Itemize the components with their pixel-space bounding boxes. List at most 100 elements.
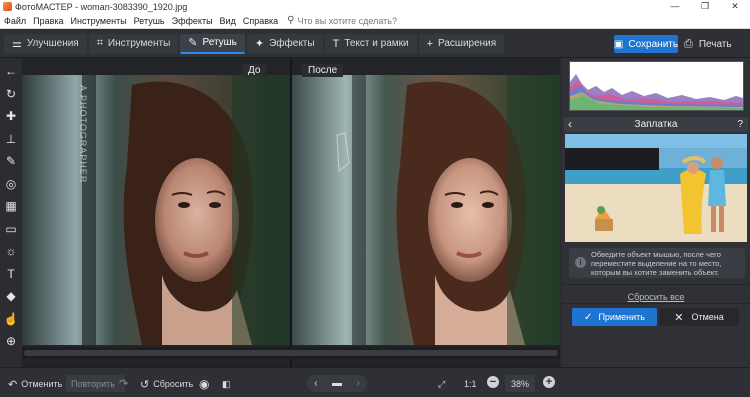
menu-edit[interactable]: Правка bbox=[33, 16, 63, 26]
liquify-icon[interactable]: ☝ bbox=[2, 310, 20, 328]
apply-button[interactable]: ✓ Применить bbox=[572, 308, 657, 326]
menu-file[interactable]: Файл bbox=[4, 16, 26, 26]
actual-size-button[interactable]: 1:1 bbox=[464, 377, 477, 391]
menu-effects[interactable]: Эффекты bbox=[172, 16, 213, 26]
beach-illustration bbox=[565, 134, 747, 242]
rotate-icon[interactable]: ↻ bbox=[2, 85, 20, 103]
right-panel: ‹ Заплатка ? i Обведите объект мышью, по… bbox=[562, 58, 750, 367]
tab-label: Эффекты bbox=[269, 38, 315, 49]
tab-bar: ⚌ Улучшения ⌗ Инструменты ✎ Ретушь ✦ Эфф… bbox=[0, 30, 506, 58]
print-button[interactable]: ⎙ Печать bbox=[684, 35, 732, 53]
search-field[interactable]: ⚲ Что вы хотите сделать? bbox=[287, 15, 397, 26]
split-divider[interactable] bbox=[290, 58, 292, 367]
before-image[interactable]: A PHOTOGRAPHER bbox=[22, 75, 290, 345]
save-button[interactable]: ▣ Сохранить bbox=[614, 35, 678, 53]
image-navigation: ‹ ▬ › bbox=[307, 375, 367, 392]
left-tool-rail: ← ↻ ✚ ⊥ ✎ ◎ ▦ ▭ ☼ T ◆ ☝ ⊕ bbox=[0, 58, 22, 367]
text-icon: T bbox=[332, 37, 340, 50]
before-photo bbox=[22, 75, 290, 345]
vignette-icon[interactable]: ▭ bbox=[2, 220, 20, 238]
app-logo-icon bbox=[3, 2, 12, 11]
histogram-graph bbox=[570, 74, 743, 110]
before-label: До bbox=[242, 64, 267, 77]
undo-label: Отменить bbox=[21, 379, 63, 389]
folder-icon[interactable]: ▬ bbox=[332, 378, 342, 389]
back-chevron-icon[interactable]: ‹ bbox=[568, 117, 572, 132]
fill-icon[interactable]: ◆ bbox=[2, 287, 20, 305]
redo-icon: ↷ bbox=[118, 378, 129, 390]
floppy-disk-icon: ▣ bbox=[613, 38, 624, 50]
maximize-button[interactable]: ❐ bbox=[690, 0, 720, 13]
back-arrow-icon[interactable]: ← bbox=[2, 62, 20, 80]
title-bar: ФотоМАСТЕР - woman-3083390_1920.jpg — ❐ … bbox=[0, 0, 750, 13]
bottom-bar: ↶ Отменить Повторить ↷ ↺ Сбросить ◉ ◧ ‹ … bbox=[0, 367, 750, 397]
tab-label: Ретушь bbox=[202, 37, 237, 48]
tab-label: Инструменты bbox=[107, 38, 171, 49]
previous-image-icon[interactable]: ‹ bbox=[314, 378, 317, 389]
brush-icon: ✎ bbox=[188, 37, 198, 49]
watermark-text: A PHOTOGRAPHER bbox=[78, 85, 88, 184]
menu-view[interactable]: Вид bbox=[220, 16, 236, 26]
menu-bar: Файл Правка Инструменты Ретушь Эффекты В… bbox=[0, 13, 750, 29]
reset-icon: ↺ bbox=[140, 378, 150, 391]
gradient-filter-icon[interactable]: ▦ bbox=[2, 197, 20, 215]
patch-preview-image bbox=[565, 134, 747, 242]
after-photo bbox=[292, 75, 560, 345]
after-image[interactable] bbox=[292, 75, 560, 345]
search-icon: ⚲ bbox=[287, 15, 295, 26]
reset-all-link[interactable]: Сбросить все bbox=[562, 292, 750, 302]
tab-extensions[interactable]: + Расширения bbox=[418, 33, 505, 54]
eye-icon[interactable]: ◉ bbox=[199, 377, 209, 391]
search-placeholder: Что вы хотите сделать? bbox=[297, 15, 397, 26]
help-icon[interactable]: ? bbox=[737, 117, 743, 132]
reset-button[interactable]: ↺ Сбросить bbox=[140, 377, 193, 391]
printer-icon: ⎙ bbox=[684, 37, 693, 50]
check-icon: ✓ bbox=[584, 311, 593, 323]
minimize-button[interactable]: — bbox=[660, 0, 690, 13]
redo-button[interactable]: Повторить ↷ bbox=[66, 375, 129, 392]
undo-icon: ↶ bbox=[8, 378, 18, 391]
stamp-icon[interactable]: ⊥ bbox=[2, 130, 20, 148]
divider bbox=[562, 284, 750, 285]
zoom-level[interactable]: 38% bbox=[505, 375, 535, 392]
menu-help[interactable]: Справка bbox=[243, 16, 278, 26]
menu-retouch[interactable]: Ретушь bbox=[134, 16, 165, 26]
zoom-out-icon[interactable]: − bbox=[487, 376, 499, 388]
radial-filter-icon[interactable]: ◎ bbox=[2, 175, 20, 193]
plus-icon: + bbox=[426, 37, 434, 50]
hint-box: i Обведите объект мышью, после чего пере… bbox=[569, 248, 745, 278]
tab-effects[interactable]: ✦ Эффекты bbox=[246, 33, 323, 54]
cancel-label: Отмена bbox=[691, 312, 724, 322]
light-icon[interactable]: ☼ bbox=[2, 242, 20, 260]
brush-icon[interactable]: ✎ bbox=[2, 152, 20, 170]
apply-label: Применить bbox=[598, 312, 645, 322]
tab-text-frames[interactable]: T Текст и рамки bbox=[324, 33, 417, 54]
text-tool-icon[interactable]: T bbox=[2, 265, 20, 283]
fit-to-screen-icon[interactable]: ⤢ bbox=[438, 377, 445, 391]
close-icon: ✕ bbox=[674, 311, 684, 324]
save-label: Сохранить bbox=[628, 38, 679, 50]
scrollbar-thumb[interactable] bbox=[24, 350, 558, 356]
window-title: ФотоМАСТЕР - woman-3083390_1920.jpg bbox=[15, 1, 188, 12]
panel-title: Заплатка bbox=[634, 119, 678, 130]
undo-button[interactable]: ↶ Отменить bbox=[8, 377, 62, 391]
photo-canvas[interactable]: A PHOTOGRAPHER До После bbox=[22, 58, 560, 367]
compass-icon[interactable]: ⊕ bbox=[2, 332, 20, 350]
tab-retouch[interactable]: ✎ Ретушь bbox=[180, 33, 245, 54]
after-label: После bbox=[302, 64, 344, 77]
tab-tools[interactable]: ⌗ Инструменты bbox=[88, 33, 179, 54]
print-label: Печать bbox=[698, 38, 732, 50]
cancel-button[interactable]: ✕ Отмена bbox=[659, 308, 739, 326]
zoom-in-icon[interactable]: + bbox=[543, 376, 555, 388]
info-icon: i bbox=[575, 257, 586, 268]
healing-patch-icon[interactable]: ✚ bbox=[2, 107, 20, 125]
tab-enhancements[interactable]: ⚌ Улучшения bbox=[4, 33, 87, 54]
compare-icon[interactable]: ◧ bbox=[222, 377, 231, 391]
tab-label: Расширения bbox=[438, 38, 497, 49]
sliders-icon: ⚌ bbox=[12, 38, 22, 50]
menu-tools[interactable]: Инструменты bbox=[71, 16, 127, 26]
horizontal-scrollbar[interactable] bbox=[22, 347, 560, 359]
crop-icon: ⌗ bbox=[96, 37, 103, 49]
next-image-icon[interactable]: › bbox=[356, 378, 359, 389]
close-button[interactable]: ✕ bbox=[720, 0, 750, 13]
